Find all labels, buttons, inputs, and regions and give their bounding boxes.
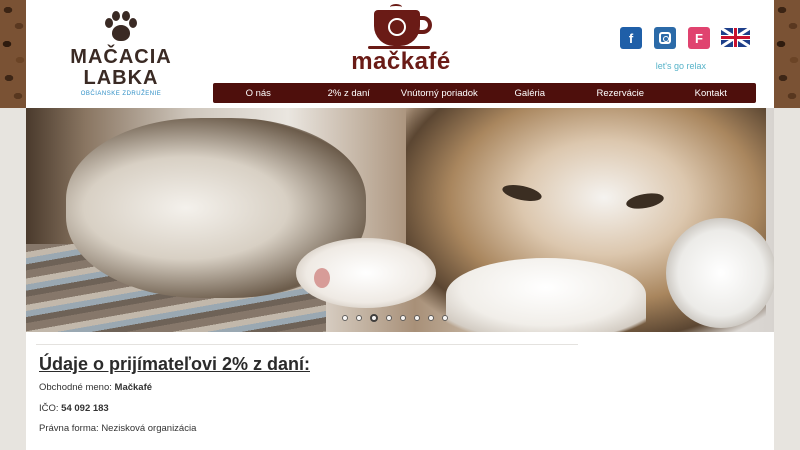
paw-icon: [103, 10, 139, 46]
tagline: let's go relax: [655, 61, 706, 71]
side-background-right: [774, 108, 800, 450]
instagram-icon[interactable]: [654, 27, 676, 49]
slider-dot[interactable]: [356, 315, 362, 321]
nav-item-2-percent[interactable]: 2% z daní: [304, 83, 395, 103]
slider-dot[interactable]: [442, 315, 448, 321]
slider-dot[interactable]: [400, 315, 406, 321]
slider-dot[interactable]: [428, 315, 434, 321]
coffee-cup-icon: [366, 4, 436, 50]
nav-item-kontakt[interactable]: Kontakt: [666, 83, 757, 103]
side-background-left: [0, 108, 26, 450]
social-links: f F: [620, 27, 710, 49]
hero-slider-image[interactable]: [26, 108, 774, 332]
slider-dots: [342, 314, 448, 322]
legal-form-row: Právna forma: Nezisková organizácia: [39, 423, 196, 434]
mackafe-logo[interactable]: mačkafé: [326, 4, 476, 74]
slider-dot[interactable]: [386, 315, 392, 321]
page-title: Údaje o prijímateľovi 2% z daní:: [39, 354, 310, 374]
coffee-beans-right: [774, 0, 800, 108]
logo-line-2: LABKA: [83, 67, 159, 89]
business-name-row: Obchodné meno: Mačkafé: [39, 382, 152, 393]
nav-item-vnutorny-poriadok[interactable]: Vnútorný poriadok: [394, 83, 485, 103]
ico-value: 54 092 183: [61, 403, 109, 414]
foursquare-icon[interactable]: F: [688, 27, 710, 49]
site-header: MAČACIA LABKA OBČIANSKE ZDRUŽENIE mačkaf…: [26, 0, 774, 108]
business-name-label: Obchodné meno:: [39, 382, 112, 393]
coffee-beans-left: [0, 0, 26, 108]
divider: [36, 344, 578, 345]
logo-line-1: MAČACIA: [70, 46, 172, 68]
slider-dot-active[interactable]: [370, 314, 378, 322]
facebook-icon[interactable]: f: [620, 27, 642, 49]
slider-dot[interactable]: [414, 315, 420, 321]
slider-dot[interactable]: [342, 315, 348, 321]
business-name-value: Mačkafé: [114, 382, 153, 393]
ico-label: IČO:: [39, 403, 59, 414]
legal-form-label: Právna forma:: [39, 423, 99, 434]
main-nav: O nás 2% z daní Vnútorný poriadok Galéri…: [213, 83, 756, 103]
legal-form-value: Nezisková organizácia: [101, 423, 197, 434]
page-wrapper: MAČACIA LABKA OBČIANSKE ZDRUŽENIE mačkaf…: [26, 0, 774, 450]
nav-item-rezervacie[interactable]: Rezervácie: [575, 83, 666, 103]
main-content: Údaje o prijímateľovi 2% z daní: Obchodn…: [26, 332, 774, 450]
macacia-labka-logo[interactable]: MAČACIA LABKA OBČIANSKE ZDRUŽENIE: [66, 10, 176, 97]
brand-name: mačkafé: [351, 48, 451, 75]
logo-subtitle: OBČIANSKE ZDRUŽENIE: [80, 91, 162, 97]
ico-row: IČO: 54 092 183: [39, 403, 109, 414]
nav-item-o-nas[interactable]: O nás: [213, 83, 304, 103]
nav-item-galeria[interactable]: Galéria: [485, 83, 576, 103]
english-flag-icon[interactable]: [721, 28, 750, 47]
